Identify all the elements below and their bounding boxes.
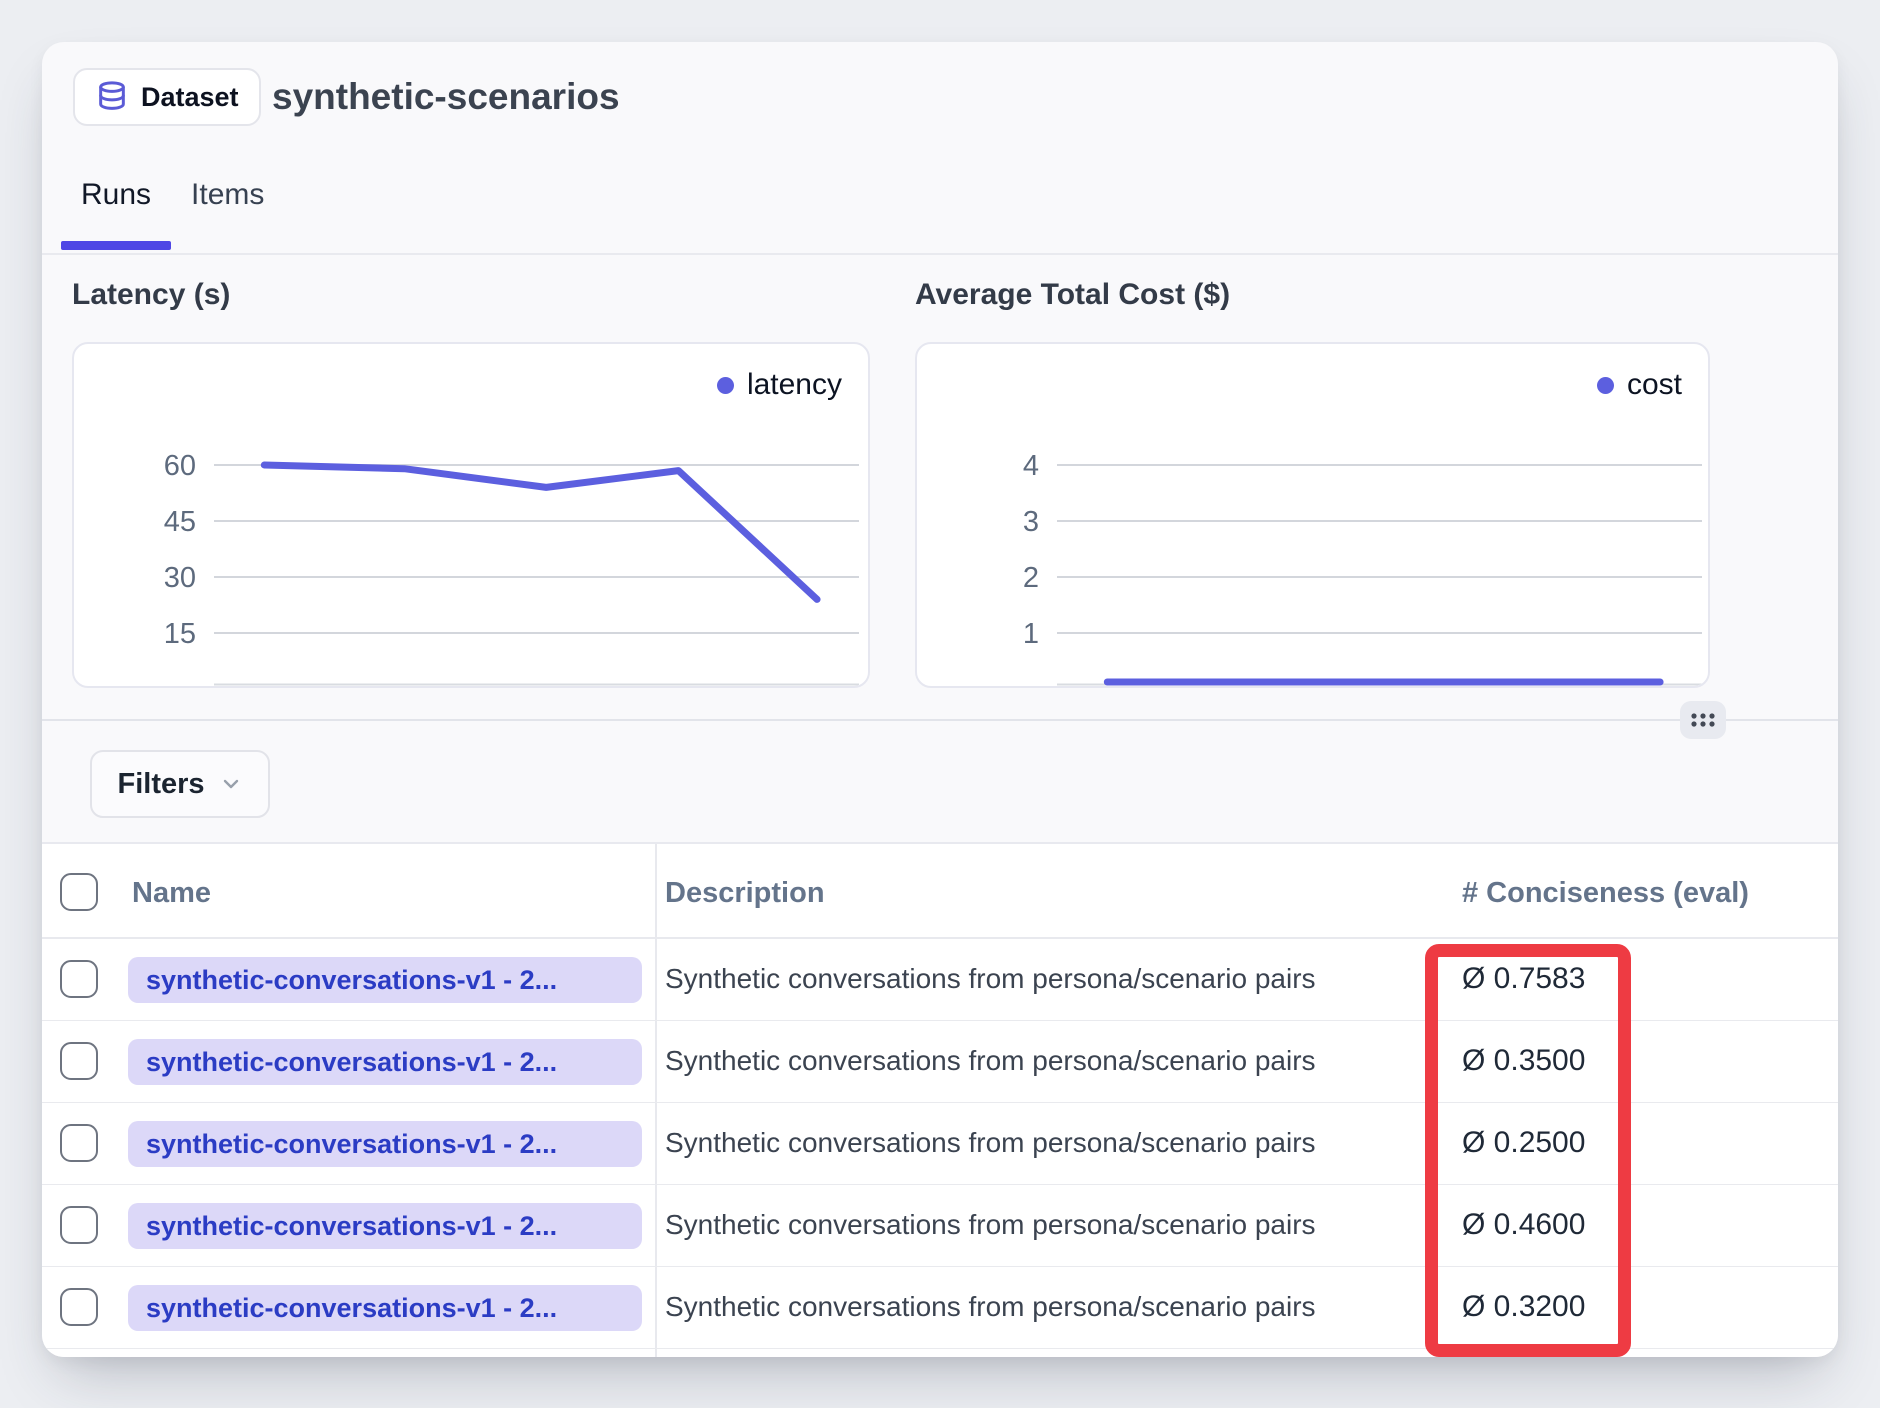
chevron-down-icon (219, 772, 243, 796)
cost-chart-card: 4 3 2 1 cost (915, 342, 1710, 688)
cost-legend-label: cost (1627, 368, 1682, 402)
latency-chart-title: Latency (s) (72, 278, 230, 312)
table-body: synthetic-conversations-v1 - 2... Synthe… (42, 939, 1838, 1349)
table-header-row: Name Description # Conciseness (eval) (42, 844, 1838, 939)
run-description: Synthetic conversations from persona/sce… (665, 1103, 1316, 1183)
run-name-label: synthetic-conversations-v1 - 2... (128, 1285, 642, 1331)
run-conciseness-value: Ø 0.3500 (1462, 1021, 1585, 1101)
run-name-label: synthetic-conversations-v1 - 2... (128, 957, 642, 1003)
select-all-checkbox[interactable] (60, 873, 98, 911)
row-checkbox[interactable] (60, 1206, 98, 1244)
run-description: Synthetic conversations from persona/sce… (665, 1267, 1316, 1347)
latency-legend-dot-icon (717, 377, 734, 394)
row-checkbox[interactable] (60, 1288, 98, 1326)
tab-items[interactable]: Items (171, 160, 284, 250)
cost-legend-dot-icon (1597, 377, 1614, 394)
row-checkbox[interactable] (60, 1042, 98, 1080)
dataset-type-badge: Dataset (73, 68, 261, 126)
latency-chart-card: 60 45 30 15 latency (72, 342, 870, 688)
cost-chart-plot: 4 3 2 1 (917, 344, 1708, 686)
cost-chart-title: Average Total Cost ($) (915, 278, 1230, 312)
svg-text:4: 4 (1023, 450, 1039, 482)
run-name-label: synthetic-conversations-v1 - 2... (128, 1039, 642, 1085)
column-header-name[interactable]: Name (132, 877, 211, 910)
run-conciseness-value: Ø 0.7583 (1462, 939, 1585, 1019)
latency-legend-label: latency (747, 368, 842, 402)
dataset-page-card: Dataset synthetic-scenarios Runs Items L… (42, 42, 1838, 1357)
column-header-conciseness[interactable]: # Conciseness (eval) (1462, 877, 1749, 910)
svg-text:60: 60 (164, 450, 196, 482)
run-name-badge[interactable]: synthetic-conversations-v1 - 2... (128, 957, 642, 1003)
dataset-badge-label: Dataset (141, 82, 239, 113)
tab-bar-divider (42, 253, 1838, 255)
run-name-label: synthetic-conversations-v1 - 2... (128, 1203, 642, 1249)
run-name-label: synthetic-conversations-v1 - 2... (128, 1121, 642, 1167)
table-row: synthetic-conversations-v1 - 2... Synthe… (42, 1021, 1838, 1103)
section-resize-handle[interactable] (1680, 701, 1726, 739)
row-checkbox[interactable] (60, 1124, 98, 1162)
runs-table: Name Description # Conciseness (eval) sy… (42, 842, 1838, 1357)
tab-runs[interactable]: Runs (61, 160, 171, 250)
table-row: synthetic-conversations-v1 - 2... Synthe… (42, 939, 1838, 1021)
grip-dots-icon (1690, 711, 1716, 729)
svg-text:2: 2 (1023, 562, 1039, 594)
row-checkbox[interactable] (60, 960, 98, 998)
section-divider (42, 719, 1838, 721)
svg-text:3: 3 (1023, 506, 1039, 538)
run-name-badge[interactable]: synthetic-conversations-v1 - 2... (128, 1121, 642, 1167)
run-conciseness-value: Ø 0.2500 (1462, 1103, 1585, 1183)
run-conciseness-value: Ø 0.4600 (1462, 1185, 1585, 1265)
latency-chart-legend: latency (717, 368, 842, 402)
svg-text:45: 45 (164, 506, 196, 538)
filters-button-label: Filters (117, 768, 204, 801)
run-conciseness-value: Ø 0.3200 (1462, 1267, 1585, 1347)
run-description: Synthetic conversations from persona/sce… (665, 1185, 1316, 1265)
run-description: Synthetic conversations from persona/sce… (665, 939, 1316, 1019)
table-row: synthetic-conversations-v1 - 2... Synthe… (42, 1185, 1838, 1267)
svg-text:15: 15 (164, 618, 196, 650)
column-header-description[interactable]: Description (665, 877, 825, 910)
svg-text:1: 1 (1023, 618, 1039, 650)
database-icon (95, 80, 129, 114)
cost-chart-legend: cost (1597, 368, 1682, 402)
run-name-badge[interactable]: synthetic-conversations-v1 - 2... (128, 1285, 642, 1331)
table-row: synthetic-conversations-v1 - 2... Synthe… (42, 1103, 1838, 1185)
svg-text:30: 30 (164, 562, 196, 594)
run-name-badge[interactable]: synthetic-conversations-v1 - 2... (128, 1203, 642, 1249)
tab-bar: Runs Items (61, 160, 284, 250)
filters-button[interactable]: Filters (90, 750, 270, 818)
table-row: synthetic-conversations-v1 - 2... Synthe… (42, 1267, 1838, 1349)
page-title: synthetic-scenarios (272, 66, 620, 128)
run-description: Synthetic conversations from persona/sce… (665, 1021, 1316, 1101)
run-name-badge[interactable]: synthetic-conversations-v1 - 2... (128, 1039, 642, 1085)
